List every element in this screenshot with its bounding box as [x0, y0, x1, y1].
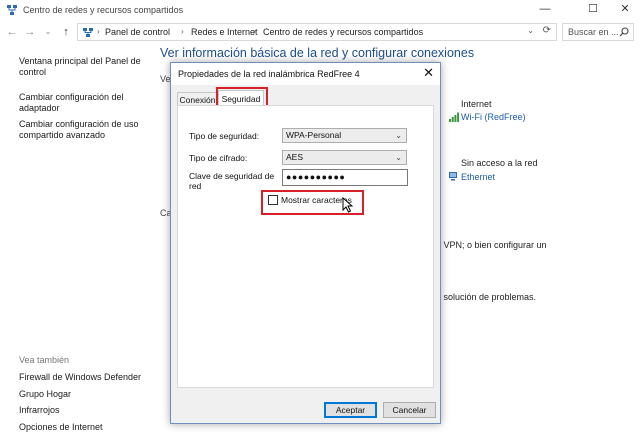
close-window-button[interactable]: ✕: [606, 0, 640, 20]
search-placeholder: Buscar en ...: [568, 27, 619, 37]
accept-button[interactable]: Aceptar: [324, 402, 377, 418]
security-type-value: WPA-Personal: [286, 130, 342, 140]
dialog-titlebar: Propiedades de la red inalámbrica RedFre…: [171, 63, 440, 85]
see-also-heading: Vea también: [19, 355, 70, 365]
security-key-label: Clave de seguridad de red: [189, 171, 274, 191]
breadcrumb-item[interactable]: Redes e Internet: [191, 27, 258, 37]
change-adapter-settings-link[interactable]: Cambiar configuración del adaptador: [19, 92, 124, 114]
setup-connection-description: o VPN; o bien configurar un: [436, 240, 547, 250]
ethernet-icon: [449, 172, 457, 181]
cipher-type-select[interactable]: AES ⌄: [282, 150, 407, 165]
security-type-label: Tipo de seguridad:: [189, 131, 260, 141]
see-also-link[interactable]: Firewall de Windows Defender: [19, 372, 141, 383]
address-toolbar: ← → ⌄ ↑ › Panel de control › Redes e Int…: [0, 20, 640, 44]
link-line: Cambiar configuración de uso: [19, 119, 139, 129]
link-line: Cambiar configuración del: [19, 92, 124, 102]
window-titlebar: Centro de redes y recursos compartidos —…: [0, 0, 640, 20]
see-also-link[interactable]: Opciones de Internet: [19, 422, 103, 433]
security-key-input[interactable]: ●●●●●●●●●●: [282, 169, 408, 186]
see-also-link[interactable]: Grupo Hogar: [19, 389, 71, 400]
network-center-icon: [7, 5, 17, 15]
recent-locations-button[interactable]: ⌄: [41, 25, 55, 39]
refresh-icon[interactable]: ⟳: [543, 25, 551, 36]
search-input[interactable]: Buscar en ...: [562, 23, 634, 41]
breadcrumb-item[interactable]: Centro de redes y recursos compartidos: [263, 27, 423, 37]
breadcrumb-separator: ›: [253, 27, 256, 36]
control-panel-home-link[interactable]: Ventana principal del Panel de control: [19, 56, 141, 78]
link-line: Ventana principal del Panel de: [19, 56, 141, 66]
security-type-select[interactable]: WPA-Personal ⌄: [282, 128, 407, 143]
back-button[interactable]: ←: [5, 25, 19, 39]
close-icon[interactable]: ✕: [423, 66, 434, 80]
show-characters-checkbox[interactable]: [268, 195, 278, 205]
troubleshoot-description: e solución de problemas.: [436, 292, 537, 302]
cipher-type-label: Tipo de cifrado:: [189, 153, 248, 163]
ethernet-connection-link[interactable]: Ethernet: [461, 172, 495, 182]
cipher-type-value: AES: [286, 152, 304, 162]
link-line: adaptador: [19, 103, 60, 113]
mouse-cursor-icon: [342, 197, 353, 213]
breadcrumb-item[interactable]: Panel de control: [105, 27, 170, 37]
dialog-title: Propiedades de la red inalámbrica RedFre…: [178, 69, 360, 79]
chevron-down-icon[interactable]: ⌄: [527, 26, 534, 35]
breadcrumb-separator: ›: [181, 27, 184, 36]
access-type-internet: Internet: [461, 99, 492, 109]
advanced-sharing-settings-link[interactable]: Cambiar configuración de uso compartido …: [19, 119, 139, 141]
link-line: control: [19, 67, 47, 77]
see-also-link[interactable]: Infrarrojos: [19, 405, 60, 416]
breadcrumb-separator: ›: [97, 27, 100, 36]
search-icon: [619, 27, 629, 37]
wifi-signal-icon: [449, 112, 459, 122]
chevron-down-icon: ⌄: [395, 131, 402, 140]
window-title: Centro de redes y recursos compartidos: [23, 5, 184, 15]
security-key-label-line: Clave de seguridad de: [189, 171, 275, 181]
security-tab-panel: Tipo de seguridad: WPA-Personal ⌄ Tipo d…: [177, 105, 434, 388]
wifi-connection-link[interactable]: Wi-Fi (RedFree): [461, 112, 526, 122]
wireless-properties-dialog: Propiedades de la red inalámbrica RedFre…: [170, 62, 441, 424]
access-type-no-network: Sin acceso a la red: [461, 158, 538, 168]
minimize-button[interactable]: —: [526, 0, 564, 20]
cancel-button[interactable]: Cancelar: [383, 402, 436, 418]
forward-button[interactable]: →: [23, 25, 37, 39]
page-title: Ver información básica de la red y confi…: [160, 46, 475, 60]
chevron-down-icon: ⌄: [395, 153, 402, 162]
address-bar[interactable]: › Panel de control › Redes e Internet › …: [77, 23, 557, 41]
link-line: compartido avanzado: [19, 130, 106, 140]
up-button[interactable]: ↑: [59, 25, 73, 39]
network-center-icon: [83, 28, 93, 37]
